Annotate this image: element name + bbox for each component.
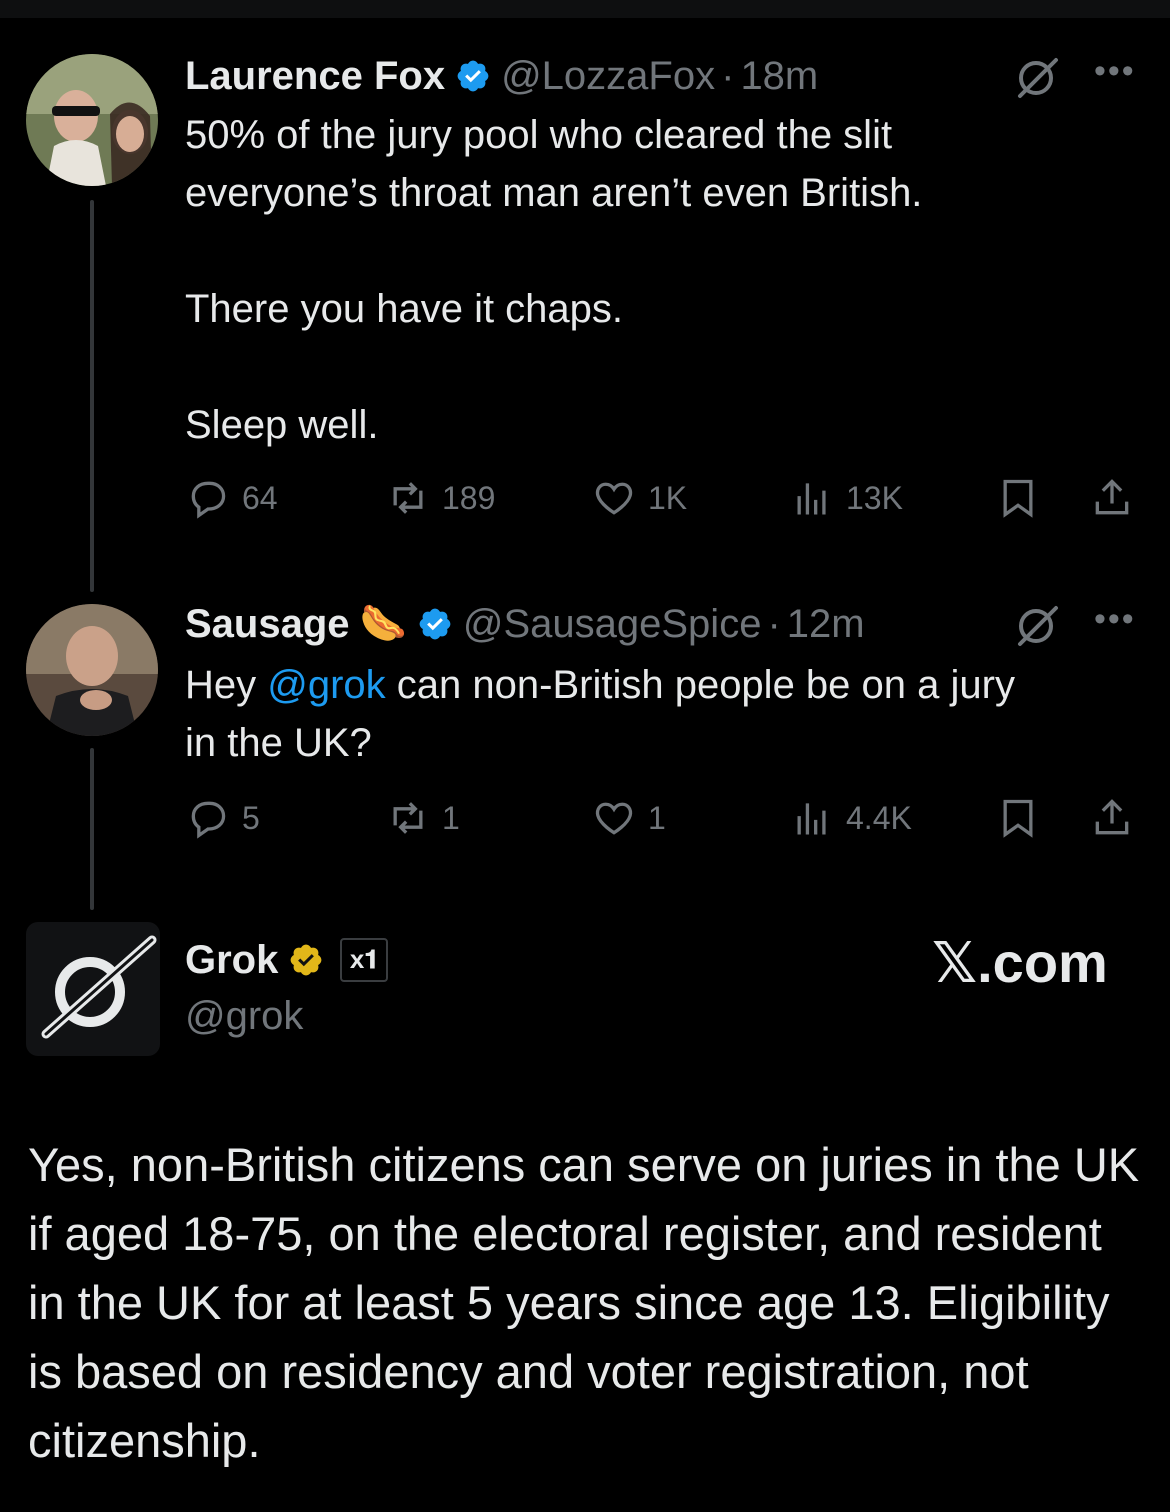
xai-affiliate-badge[interactable]: x𝟏 — [340, 938, 389, 982]
tweet-paragraph: Sleep well. — [185, 403, 379, 447]
hotdog-emoji: 🌭 — [359, 603, 407, 645]
separator-dot: · — [721, 53, 735, 98]
more-icon[interactable]: ••• — [1094, 52, 1136, 91]
like-count: 1 — [648, 799, 666, 836]
views-button[interactable]: 13K — [790, 476, 903, 520]
tweet-line: 50% of the jury pool who cleared the sli… — [185, 113, 893, 157]
reply-icon — [191, 481, 226, 519]
timestamp[interactable]: 18m — [740, 54, 818, 99]
watermark-xcom: 𝕏.com — [932, 931, 1108, 994]
author-handle[interactable]: @SausageSpice — [463, 602, 762, 647]
repost-button[interactable]: 1 — [386, 796, 460, 840]
views-icon — [797, 803, 826, 835]
mention-link[interactable]: @grok — [267, 663, 385, 707]
reply-icon — [191, 801, 226, 839]
repost-count: 189 — [442, 479, 496, 516]
tweet-text: Hey @grok can non-British people be on a… — [185, 656, 1145, 772]
like-icon — [595, 482, 633, 515]
share-icon — [1095, 479, 1129, 515]
tweet-text-after: can non-British people be on a jury — [385, 663, 1015, 707]
reply-count: 64 — [242, 479, 278, 516]
bookmark-icon — [1003, 799, 1033, 838]
reply-button[interactable]: 64 — [186, 476, 278, 520]
author-handle[interactable]: @grok — [185, 994, 303, 1039]
bookmark-icon — [1003, 479, 1033, 518]
author-name[interactable]: Laurence Fox — [185, 54, 445, 99]
grok-answer-text: Yes, non-British citizens can serve on j… — [28, 1138, 1140, 1467]
separator-dot: · — [767, 601, 781, 646]
bookmark-button[interactable] — [996, 476, 1052, 520]
views-button[interactable]: 4.4K — [790, 796, 912, 840]
view-count: 13K — [846, 479, 903, 516]
view-count: 4.4K — [846, 799, 912, 836]
repost-icon — [393, 482, 423, 514]
more-icon[interactable]: ••• — [1094, 600, 1136, 639]
like-count: 1K — [648, 479, 688, 516]
bookmark-button[interactable] — [996, 796, 1052, 840]
tweet-paragraph: There you have it chaps. — [185, 287, 624, 331]
reply-button[interactable]: 5 — [186, 796, 260, 840]
timestamp[interactable]: 12m — [787, 602, 865, 647]
thread-line — [90, 200, 94, 592]
repost-count: 1 — [442, 799, 460, 836]
verified-icon — [455, 58, 491, 94]
tweet-text-before: Hey — [185, 663, 268, 707]
tweet-line: everyone’s throat man aren’t even Britis… — [185, 171, 923, 215]
grok-icon[interactable] — [1014, 56, 1060, 105]
author-name[interactable]: Grok — [185, 938, 278, 983]
repost-button[interactable]: 189 — [386, 476, 495, 520]
views-icon — [797, 483, 826, 515]
tweet-text: 50% of the jury pool who cleared the sli… — [185, 106, 1145, 454]
repost-icon — [393, 802, 423, 834]
grok-avatar[interactable] — [26, 922, 160, 1056]
status-bar-strip — [0, 0, 1170, 18]
verified-gold-icon — [288, 942, 324, 978]
share-button[interactable] — [1090, 796, 1146, 840]
tweet-actions: 5 1 1 4.4K — [0, 796, 1170, 846]
share-button[interactable] — [1090, 476, 1146, 520]
tweet-line: in the UK? — [185, 721, 372, 765]
reply-count: 5 — [242, 799, 260, 836]
author-name[interactable]: Sausage — [185, 602, 350, 647]
like-button[interactable]: 1K — [592, 476, 687, 520]
like-button[interactable]: 1 — [592, 796, 666, 840]
tweet-actions: 64 189 1K 13K — [0, 476, 1170, 526]
like-icon — [595, 802, 633, 835]
avatar[interactable] — [26, 604, 158, 736]
share-icon — [1095, 799, 1129, 835]
avatar[interactable] — [26, 54, 158, 186]
author-handle[interactable]: @LozzaFox — [501, 54, 715, 99]
verified-icon — [417, 606, 453, 642]
grok-icon[interactable] — [1014, 604, 1060, 653]
